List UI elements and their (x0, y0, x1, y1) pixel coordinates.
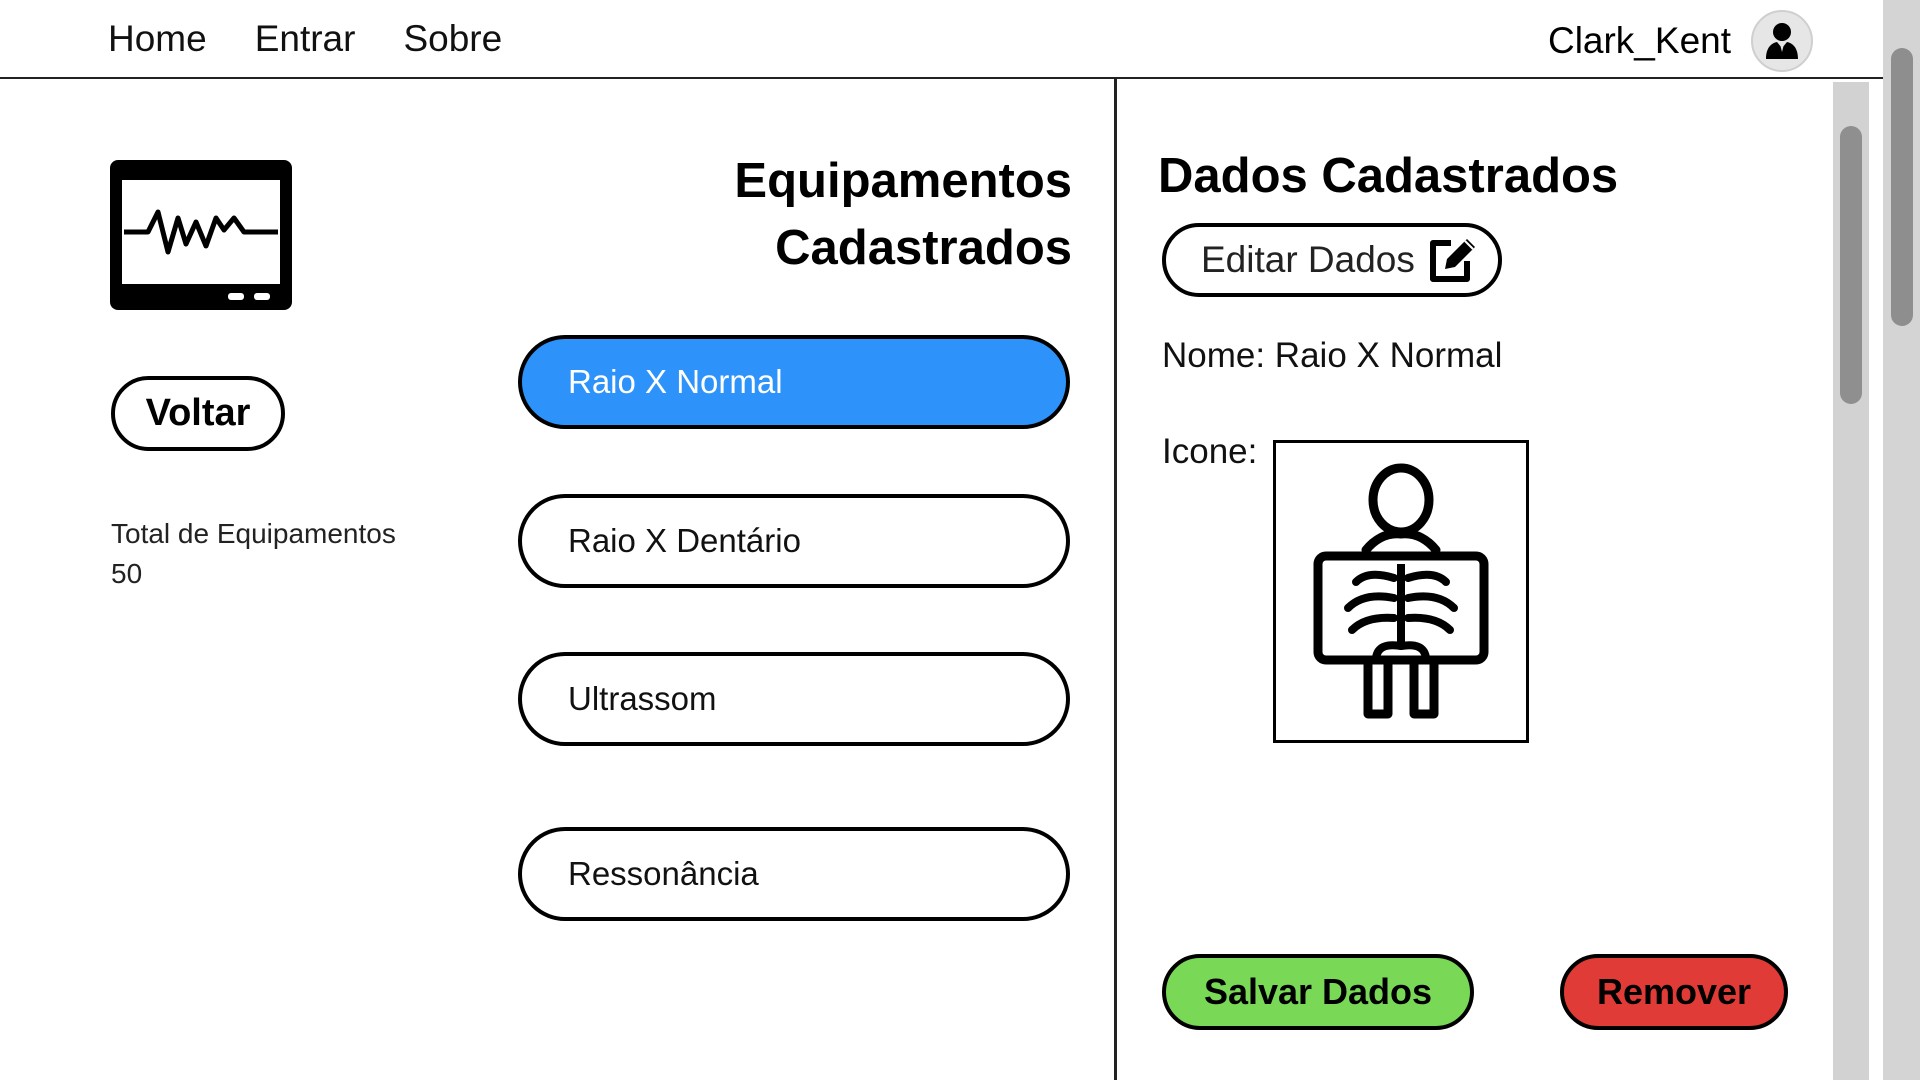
nav-entrar-link[interactable]: Entrar (255, 18, 356, 60)
equipment-item-ressonancia[interactable]: Ressonância (518, 827, 1070, 921)
back-button[interactable]: Voltar (111, 376, 285, 451)
equipment-item-raio-x-normal[interactable]: Raio X Normal (518, 335, 1070, 429)
xray-icon (1313, 463, 1489, 718)
main-nav: Home Entrar Sobre (108, 18, 502, 60)
details-scrollbar[interactable] (1833, 82, 1869, 1080)
avatar[interactable] (1751, 10, 1813, 72)
equipment-item-ultrassom[interactable]: Ultrassom (518, 652, 1070, 746)
top-nav-bar: Home Entrar Sobre Clark_Kent (0, 0, 1883, 79)
remove-button[interactable]: Remover (1560, 954, 1788, 1030)
heart-monitor-icon (110, 160, 292, 310)
column-divider (1114, 79, 1117, 1080)
equipment-list-title-line1: Equipamentos (734, 154, 1072, 208)
equipment-name-row: Nome: Raio X Normal (1162, 336, 1503, 375)
user-menu[interactable]: Clark_Kent (1548, 10, 1813, 72)
equipment-icon-preview[interactable] (1273, 440, 1529, 743)
nav-home-link[interactable]: Home (108, 18, 207, 60)
total-equipment-label: Total de Equipamentos (111, 518, 396, 549)
details-scrollbar-thumb[interactable] (1840, 126, 1862, 404)
edit-data-button[interactable]: Editar Dados (1162, 223, 1502, 297)
equipment-list-title-line2: Cadastrados (775, 221, 1072, 275)
equipment-list-title: Equipamentos Cadastrados (734, 148, 1072, 282)
save-data-button[interactable]: Salvar Dados (1162, 954, 1474, 1030)
total-equipment-value: 50 (111, 558, 143, 589)
page-scrollbar-thumb[interactable] (1891, 48, 1913, 326)
edit-data-label: Editar Dados (1201, 239, 1415, 280)
user-name: Clark_Kent (1547, 20, 1731, 61)
user-icon (1766, 23, 1798, 59)
equipment-icon-label: Icone: (1162, 432, 1258, 471)
nav-sobre-link[interactable]: Sobre (403, 18, 502, 60)
detail-title: Dados Cadastrados (1158, 149, 1619, 203)
page-scrollbar[interactable] (1883, 0, 1920, 1080)
edit-icon (1429, 239, 1475, 282)
equipment-item-raio-x-dentario[interactable]: Raio X Dentário (518, 494, 1070, 588)
